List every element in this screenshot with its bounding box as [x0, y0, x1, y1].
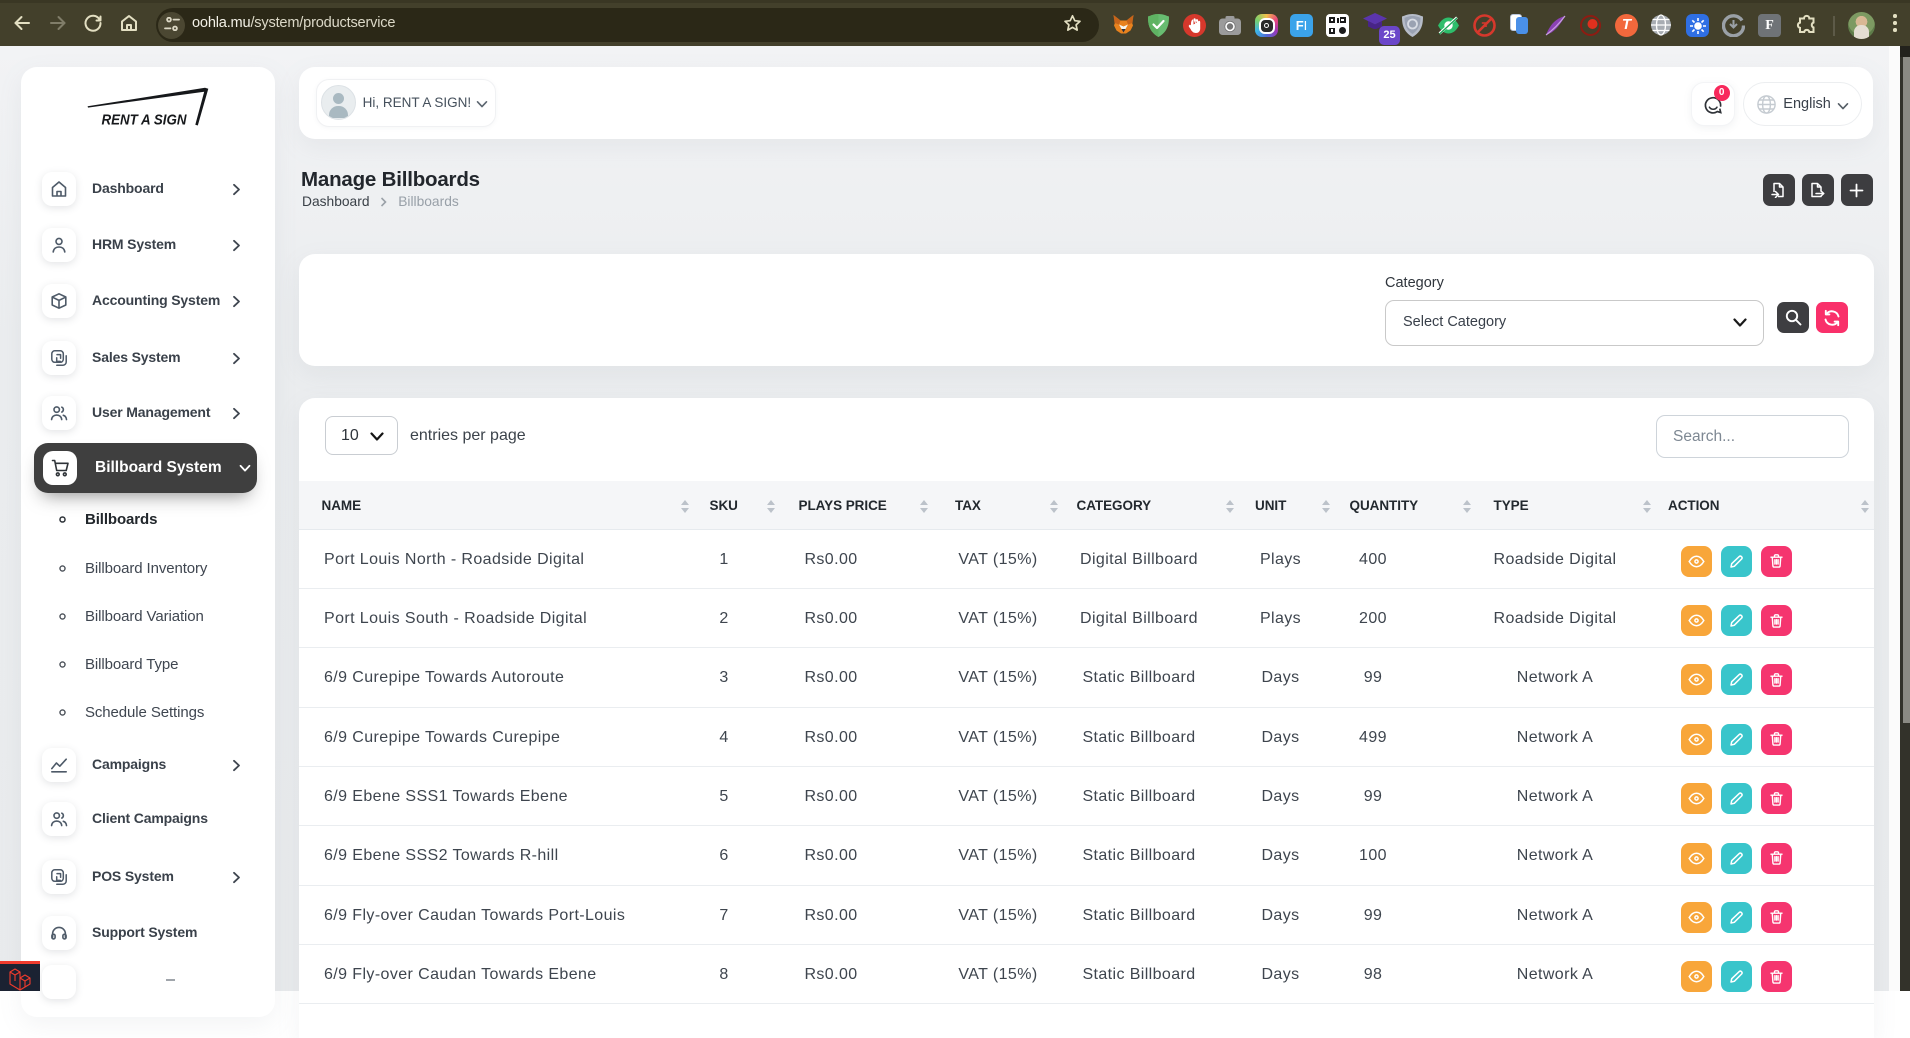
svg-text:RENT A SIGN: RENT A SIGN	[102, 112, 188, 129]
